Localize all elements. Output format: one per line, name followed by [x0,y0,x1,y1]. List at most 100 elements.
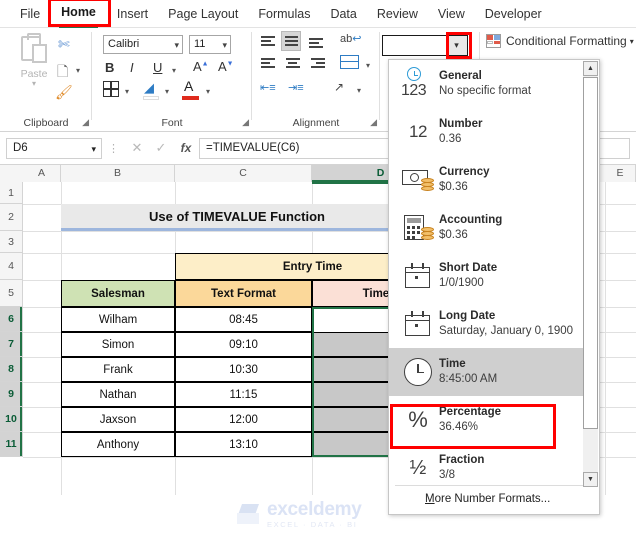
column-header-e[interactable]: E [605,165,636,182]
table-row[interactable]: Frank [61,357,175,382]
conditional-formatting-button[interactable]: Conditional Formatting ▾ [486,34,634,48]
decrease-indent-icon[interactable]: ⇤≡ [260,81,276,94]
font-color-swatch[interactable] [182,96,199,100]
chevron-down-icon[interactable]: ▾ [10,80,58,88]
confirm-formula-icon[interactable]: ✓ [149,140,173,156]
dropdown-scrollbar[interactable]: ▲ ▼ [583,61,598,487]
align-center-button[interactable] [283,55,303,75]
number-format-option-short-date[interactable]: Short Date 1/0/1900 [389,252,583,300]
table-row[interactable]: Nathan [61,382,175,407]
tab-insert[interactable]: Insert [107,0,158,28]
table-row[interactable]: 13:10 [175,432,312,457]
fill-color-swatch[interactable] [143,96,159,100]
chevron-down-icon[interactable]: ▾ [172,66,176,75]
align-right-button[interactable] [308,55,328,75]
chevron-down-icon[interactable]: ▾ [222,37,227,54]
tab-home[interactable]: Home [52,0,105,25]
row-header-3[interactable]: 3 [0,231,23,253]
table-row[interactable]: Simon [61,332,175,357]
number-format-dropdown-arrow[interactable]: ▾ [446,36,467,55]
row-header-11[interactable]: 11 [0,432,23,457]
cancel-formula-icon[interactable]: ✕ [125,140,149,156]
number-format-option-long-date[interactable]: Long Date Saturday, January 0, 1900 [389,300,583,348]
align-left-button[interactable] [258,55,278,75]
clipboard-dialog-launcher-icon[interactable]: ◢ [82,117,89,128]
more-number-formats-item[interactable]: More Number Formats... [389,484,599,514]
chevron-down-icon[interactable]: ▾ [174,37,179,54]
tab-home-container[interactable]: Home [48,0,112,28]
chevron-down-icon[interactable]: ▾ [206,87,210,96]
font-name-input[interactable]: Calibri ▾ [103,35,183,54]
align-middle-button[interactable] [281,31,301,51]
chevron-down-icon[interactable]: ▾ [165,87,169,96]
row-header-9[interactable]: 9 [0,382,23,407]
header-salesman[interactable]: Salesman [61,280,175,307]
number-format-option-time[interactable]: Time 8:45:00 AM [389,348,583,396]
column-header-c[interactable]: C [175,165,312,182]
font-dialog-launcher-icon[interactable]: ◢ [242,117,249,128]
copy-icon[interactable]: 🗋 [57,61,68,85]
format-painter-icon[interactable]: 🖌 [55,84,73,101]
column-header-a[interactable]: A [23,165,61,182]
column-header-b[interactable]: B [61,165,175,182]
row-header-5[interactable]: 5 [0,280,23,307]
table-row[interactable]: Anthony [61,432,175,457]
tab-review[interactable]: Review [367,0,428,28]
scroll-up-arrow-icon[interactable]: ▲ [583,61,598,76]
table-row[interactable]: 09:10 [175,332,312,357]
chevron-down-icon[interactable]: ▾ [630,37,634,46]
header-text-format[interactable]: Text Format [175,280,312,307]
tab-formulas[interactable]: Formulas [248,0,320,28]
number-format-option-number[interactable]: 12 Number 0.36 [389,108,583,156]
orientation-icon[interactable]: ↗ [334,80,344,94]
row-header-8[interactable]: 8 [0,357,23,382]
chevron-down-icon[interactable]: ▾ [76,66,80,75]
align-top-button[interactable] [258,32,278,52]
row-header-4[interactable]: 4 [0,253,23,280]
table-row[interactable]: 08:45 [175,307,312,332]
shrink-font-button[interactable]: A▼ [218,59,234,74]
tab-view[interactable]: View [428,0,475,28]
merge-and-center-icon[interactable] [340,55,359,69]
number-format-option-currency[interactable]: Currency $0.36 [389,156,583,204]
chevron-down-icon[interactable]: ▾ [357,86,361,95]
number-format-option-general[interactable]: 123 General No specific format [389,60,583,108]
number-format-option-accounting[interactable]: Accounting $0.36 [389,204,583,252]
row-header-10[interactable]: 10 [0,407,23,432]
grow-font-button[interactable]: A▲ [193,59,209,74]
font-color-icon[interactable]: A [184,78,193,94]
table-row[interactable]: 12:00 [175,407,312,432]
row-header-1[interactable]: 1 [0,182,23,204]
row-header-2[interactable]: 2 [0,204,23,231]
font-size-input[interactable]: 11 ▾ [189,35,231,54]
table-row[interactable]: 10:30 [175,357,312,382]
number-format-combobox[interactable]: ▾ [382,35,468,56]
row-header-7[interactable]: 7 [0,332,23,357]
tab-data[interactable]: Data [320,0,366,28]
sheet-title-cell[interactable]: Use of TIMEVALUE Function [61,204,413,231]
tab-file[interactable]: File [10,0,50,28]
chevron-down-icon[interactable]: ▾ [91,140,96,159]
name-box[interactable]: D6 ▾ [6,137,102,159]
paste-button[interactable]: Paste ▾ [10,33,58,88]
chevron-down-icon[interactable]: ▾ [125,87,129,96]
insert-function-icon[interactable]: fx [173,141,199,155]
scrollbar-thumb[interactable] [583,77,598,429]
table-row[interactable]: 11:15 [175,382,312,407]
chevron-down-icon[interactable]: ▾ [366,61,370,70]
tab-page-layout[interactable]: Page Layout [158,0,248,28]
tab-developer[interactable]: Developer [475,0,552,28]
fill-color-icon[interactable]: ◢ [144,80,154,96]
borders-icon[interactable] [103,81,119,97]
alignment-dialog-launcher-icon[interactable]: ◢ [370,117,377,128]
table-row[interactable]: Jaxson [61,407,175,432]
underline-button[interactable]: U [153,60,162,75]
number-format-option-percentage[interactable]: % Percentage 36.46% [389,396,583,444]
scissors-icon[interactable]: ✄ [58,36,70,53]
italic-button[interactable]: I [130,60,134,75]
table-row[interactable]: Wilham [61,307,175,332]
scroll-down-arrow-icon[interactable]: ▼ [583,472,598,487]
align-bottom-button[interactable] [306,32,326,52]
row-header-6[interactable]: 6 [0,307,23,332]
increase-indent-icon[interactable]: ⇥≡ [288,81,304,94]
